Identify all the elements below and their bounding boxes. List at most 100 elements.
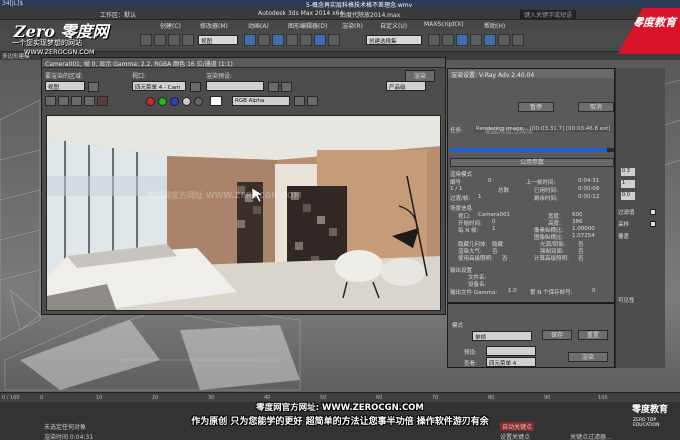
override-field[interactable]: 0.0 (621, 192, 635, 200)
menu-rendering[interactable]: 渲染(R) (342, 21, 363, 30)
render-setup-icon[interactable] (484, 34, 496, 46)
snap-icon[interactable] (258, 34, 270, 46)
mode-select-lower[interactable]: 单帧 (472, 331, 532, 341)
angle-snap-icon[interactable] (272, 34, 284, 46)
os-title-left: 34[JL]$ (2, 0, 24, 7)
filter-checkbox[interactable] (650, 209, 656, 215)
menu-help[interactable]: 帮助(H) (484, 21, 505, 30)
save-frame-value: 0 (592, 288, 596, 294)
passes-label: 过渡/帧: (450, 196, 471, 202)
preset-select[interactable] (206, 81, 264, 91)
schematic-icon[interactable] (456, 34, 468, 46)
toggle-ui-icon[interactable] (307, 96, 318, 106)
nth-frame-label: 每 N 帧: (458, 228, 479, 234)
mode-select[interactable]: 产品级 (386, 81, 426, 91)
samples-checkbox[interactable] (650, 221, 656, 227)
alpha-channel-icon[interactable] (182, 97, 191, 106)
set-key-button[interactable]: 设置关键点 (500, 432, 530, 440)
print-icon[interactable] (84, 96, 95, 106)
output-gamma-value: 1.0 (508, 288, 517, 294)
file-name: 后度代除放2014.max (340, 12, 401, 19)
save-image-icon[interactable] (45, 96, 56, 106)
menu-maxscript[interactable]: MAXScript(X) (424, 21, 464, 28)
render-button-lower[interactable]: 渲染 (568, 352, 608, 362)
move-icon[interactable] (154, 34, 166, 46)
view-select[interactable]: 视图 (198, 35, 238, 45)
mono-icon[interactable] (194, 97, 203, 106)
copy-image-icon[interactable] (58, 96, 69, 106)
samples-field[interactable]: 1 (621, 180, 635, 188)
blue-channel-icon[interactable] (170, 97, 179, 106)
green-channel-icon[interactable] (158, 97, 167, 106)
view-select[interactable]: 四元菜单 4 (486, 357, 536, 367)
render-setup-small-icon[interactable] (268, 82, 279, 92)
frame-number-label: 编号 (450, 180, 462, 186)
area-select[interactable]: 视图 (45, 81, 85, 91)
selection-set-select[interactable]: 创建选择集 (366, 35, 422, 45)
mode-label: 模式 (452, 323, 464, 329)
last-frame-time-label: 上一帧时间: (526, 180, 556, 186)
pause-button[interactable]: 暂停 (518, 102, 554, 112)
menu-create[interactable]: 创建(C) (160, 21, 181, 30)
preset-select-lower[interactable] (486, 346, 536, 356)
view-label: 查看: (464, 361, 477, 367)
filter-value-field[interactable]: 0.3 (621, 168, 635, 176)
render-teapot-icon[interactable] (512, 34, 524, 46)
common-params-header[interactable]: 公用参数 (450, 158, 614, 167)
nth-frame-value: 1 (492, 226, 496, 232)
menu-customize[interactable]: 自定义(U) (380, 21, 407, 30)
samples-label: 采样 (618, 222, 630, 228)
channel-select[interactable]: RGB Alpha (232, 96, 290, 106)
vray-watermark: 零度网官方网址 (484, 127, 533, 135)
select-icon[interactable] (140, 34, 152, 46)
cancel-button[interactable]: 取消 (578, 102, 614, 112)
spinner-snap-icon[interactable] (300, 34, 312, 46)
area-label: 要渲染的区域: (45, 73, 84, 80)
frame-progress: 1 / 1 (450, 186, 463, 192)
curve-editor-icon[interactable] (442, 34, 454, 46)
region-icon[interactable] (88, 82, 99, 92)
camera-value: Camera001 (478, 212, 511, 218)
clear-icon[interactable] (97, 96, 108, 106)
menu-modifiers[interactable]: 修改器(M) (200, 21, 228, 30)
color-swatch[interactable] (210, 96, 222, 106)
clone-frame-icon[interactable] (71, 96, 82, 106)
reset-button[interactable]: 重置 (578, 330, 608, 340)
red-channel-icon[interactable] (146, 97, 155, 106)
pivot-icon[interactable] (244, 34, 256, 46)
menu-animation[interactable]: 动画(A) (248, 21, 269, 30)
environment-icon[interactable] (281, 82, 292, 92)
corner-logo: 零度教育 ZERO TOP EDUCATION (630, 398, 676, 434)
passes-value: 1 (478, 194, 482, 200)
viewport-label: 视口: (132, 73, 147, 80)
scale-icon[interactable] (182, 34, 194, 46)
filter-label: 过滤值 (618, 210, 635, 216)
channel-display-icon[interactable] (294, 96, 305, 106)
search-input[interactable]: 键入关键字或短语 (520, 10, 577, 19)
layer-icon[interactable] (428, 34, 440, 46)
calc-adv-label: 计算高级照明: (534, 256, 569, 262)
rotate-icon[interactable] (168, 34, 180, 46)
viewport-select[interactable]: 四元菜单 4 - Cam (132, 81, 186, 91)
last-frame-time-value: 0:04:31 (578, 178, 600, 184)
render-progress-fill (450, 148, 608, 152)
lock-icon[interactable] (190, 82, 201, 92)
percent-snap-icon[interactable] (286, 34, 298, 46)
scene-info-label: 场景信息 (450, 206, 473, 212)
mirror-icon[interactable] (314, 34, 326, 46)
key-filters-button[interactable]: 关键点过滤器... (570, 432, 612, 440)
os-titlebar: 34[JL]$ 5-概念再实层科格技术格不差理念.wmv (0, 0, 680, 9)
device-label: 设备名: (468, 282, 487, 288)
height-value: 386 (572, 219, 583, 225)
menu-graph-editors[interactable]: 图形编辑器(D) (288, 21, 327, 30)
elapsed-label: 已用时间: (534, 188, 558, 194)
material-editor-icon[interactable] (470, 34, 482, 46)
render-frame-icon[interactable] (498, 34, 510, 46)
render-button[interactable]: 渲染 (405, 70, 435, 82)
calc-adv-value: 否 (578, 256, 584, 262)
render-mode-label: 渲染模式 (450, 172, 473, 178)
align-icon[interactable] (328, 34, 340, 46)
save-preset-button[interactable]: 保存 (542, 330, 572, 340)
remaining-value: 0:00:12 (578, 194, 600, 200)
override-label: 覆盖 (618, 234, 630, 240)
